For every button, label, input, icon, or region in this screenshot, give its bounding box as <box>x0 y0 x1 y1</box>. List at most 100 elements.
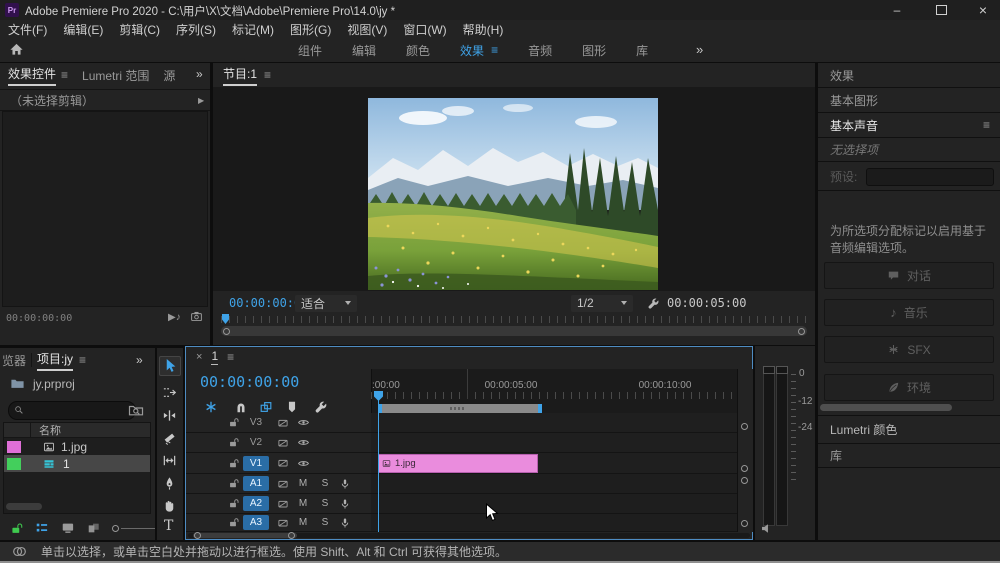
workspace-tab-audio[interactable]: 音频 <box>528 42 552 59</box>
voiceover-mic-icon[interactable] <box>339 517 351 529</box>
preset-input[interactable] <box>866 168 994 186</box>
label-color-chip[interactable] <box>7 458 21 470</box>
sync-lock-icon[interactable] <box>277 517 289 529</box>
mute-button[interactable]: M <box>296 498 310 509</box>
v-scroll-handle[interactable] <box>741 423 748 430</box>
tab-lumetri-color[interactable]: Lumetri 颜色 <box>818 415 1000 444</box>
track-output-eye-icon[interactable] <box>297 416 310 429</box>
home-icon[interactable] <box>9 42 24 57</box>
razor-tool[interactable] <box>162 431 177 446</box>
track-output-eye-icon[interactable] <box>297 436 310 449</box>
v-scroll-handle[interactable] <box>741 477 748 484</box>
play-audio-icon[interactable]: ▶♪ <box>168 312 181 323</box>
project-overflow-icon[interactable]: » <box>136 353 143 367</box>
tab-project[interactable]: 项目:jy <box>37 350 73 371</box>
menu-window[interactable]: 窗口(W) <box>395 21 454 38</box>
solo-button[interactable]: S <box>318 478 332 489</box>
voiceover-mic-icon[interactable] <box>339 478 351 490</box>
workspace-tab-libraries[interactable]: 库 <box>636 42 648 59</box>
music-button[interactable]: ♪ 音乐 <box>824 299 994 326</box>
list-header[interactable]: 名称 <box>4 423 150 438</box>
zoom-level-select[interactable]: 适合 <box>295 295 357 312</box>
track-lock-icon[interactable] <box>228 458 239 469</box>
track-name-v3[interactable]: V3 <box>243 415 269 430</box>
sync-lock-icon[interactable] <box>277 457 289 469</box>
voiceover-mic-icon[interactable] <box>339 498 351 510</box>
sync-lock-icon[interactable] <box>277 478 289 490</box>
workspace-tab-assembly[interactable]: 组件 <box>298 42 322 59</box>
linked-selection-icon[interactable] <box>259 400 273 414</box>
workspace-tab-color[interactable]: 颜色 <box>406 42 430 59</box>
track-name-a3[interactable]: A3 <box>243 515 269 530</box>
solo-button[interactable]: S <box>318 517 332 528</box>
export-frame-icon[interactable] <box>190 310 203 323</box>
expand-icon[interactable]: ▶ <box>198 96 204 105</box>
menu-sequence[interactable]: 序列(S) <box>168 21 224 38</box>
tab-effect-controls[interactable]: 效果控件 <box>8 65 56 86</box>
timeline-clip-1jpg[interactable]: 1.jpg <box>378 454 538 473</box>
hand-tool[interactable] <box>162 498 177 513</box>
icon-view-icon[interactable] <box>61 521 75 535</box>
nest-sequence-icon[interactable] <box>204 400 218 414</box>
right-panel-scrollbar[interactable] <box>820 404 952 411</box>
slip-tool[interactable] <box>162 453 177 468</box>
workspace-tab-editing[interactable]: 编辑 <box>352 42 376 59</box>
menu-markers[interactable]: 标记(M) <box>224 21 282 38</box>
item-name[interactable]: 1 <box>63 457 70 471</box>
essential-sound-menu-icon[interactable]: ≡ <box>983 118 990 132</box>
menu-graphics[interactable]: 图形(G) <box>282 21 339 38</box>
sfx-button[interactable]: SFX <box>824 336 994 363</box>
workspace-tab-effects[interactable]: 效果 <box>460 42 484 59</box>
track-lock-icon[interactable] <box>228 478 239 489</box>
label-color-chip[interactable] <box>7 441 21 453</box>
selection-tool[interactable] <box>163 358 178 373</box>
freeform-view-icon[interactable] <box>87 521 101 535</box>
track-lock-icon[interactable] <box>228 498 239 509</box>
search-bin-icon[interactable] <box>128 402 144 418</box>
v-scroll-handle[interactable] <box>741 465 748 472</box>
tab-source[interactable]: 源 <box>163 67 175 84</box>
track-lock-icon[interactable] <box>228 517 239 528</box>
restore-button[interactable] <box>926 1 956 19</box>
sync-lock-icon[interactable] <box>277 437 289 449</box>
timeline-tab[interactable]: 1 <box>211 349 218 365</box>
menu-clip[interactable]: 剪辑(C) <box>111 21 168 38</box>
type-tool[interactable]: T <box>164 518 173 534</box>
workspace-tab-graphics[interactable]: 图形 <box>582 42 606 59</box>
project-writable-lock-icon[interactable] <box>10 522 23 535</box>
timeline-h-scrollbar[interactable] <box>188 533 750 538</box>
tab-libraries[interactable]: 库 <box>818 443 1000 468</box>
list-view-icon[interactable] <box>35 521 49 535</box>
track-content-v2[interactable] <box>371 433 737 453</box>
tab-media-browser-partial[interactable]: 览器 <box>2 352 26 369</box>
mute-button[interactable]: M <box>296 517 310 528</box>
track-content-a1[interactable] <box>371 474 737 494</box>
program-settings-wrench-icon[interactable] <box>647 297 660 310</box>
zoom-bar-right-handle[interactable] <box>538 404 542 413</box>
speaker-icon[interactable] <box>760 522 773 535</box>
program-scrollbar[interactable] <box>221 326 807 336</box>
project-menu-icon[interactable]: ≡ <box>79 353 86 367</box>
tab-effects-panel[interactable]: 效果 <box>818 63 1000 88</box>
v-scroll-handle[interactable] <box>741 520 748 527</box>
tab-lumetri-scopes[interactable]: Lumetri 范围 <box>82 67 149 84</box>
timeline-zoom-bar[interactable] <box>378 404 542 413</box>
list-scrollbar-stub[interactable] <box>6 503 42 510</box>
project-item-image[interactable]: 1.jpg <box>4 438 150 455</box>
mute-button[interactable]: M <box>296 478 310 489</box>
menu-file[interactable]: 文件(F) <box>0 21 55 38</box>
project-file-name[interactable]: jy.prproj <box>33 377 75 391</box>
workspace-tab-effects-menu-icon[interactable]: ≡ <box>491 43 498 57</box>
add-marker-icon[interactable] <box>285 400 299 414</box>
menu-view[interactable]: 视图(V) <box>339 21 395 38</box>
minimize-button[interactable]: – <box>882 1 912 19</box>
effect-controls-overflow-icon[interactable]: » <box>196 67 203 81</box>
zoom-slider-track[interactable] <box>121 528 155 529</box>
column-name-header[interactable]: 名称 <box>39 422 61 438</box>
menu-edit[interactable]: 编辑(E) <box>55 21 111 38</box>
track-lock-icon[interactable] <box>228 417 239 428</box>
ripple-edit-tool[interactable] <box>162 408 177 423</box>
scrollbar-handle-right[interactable] <box>798 328 805 335</box>
track-name-v2[interactable]: V2 <box>243 435 269 450</box>
sync-lock-icon[interactable] <box>277 417 289 429</box>
